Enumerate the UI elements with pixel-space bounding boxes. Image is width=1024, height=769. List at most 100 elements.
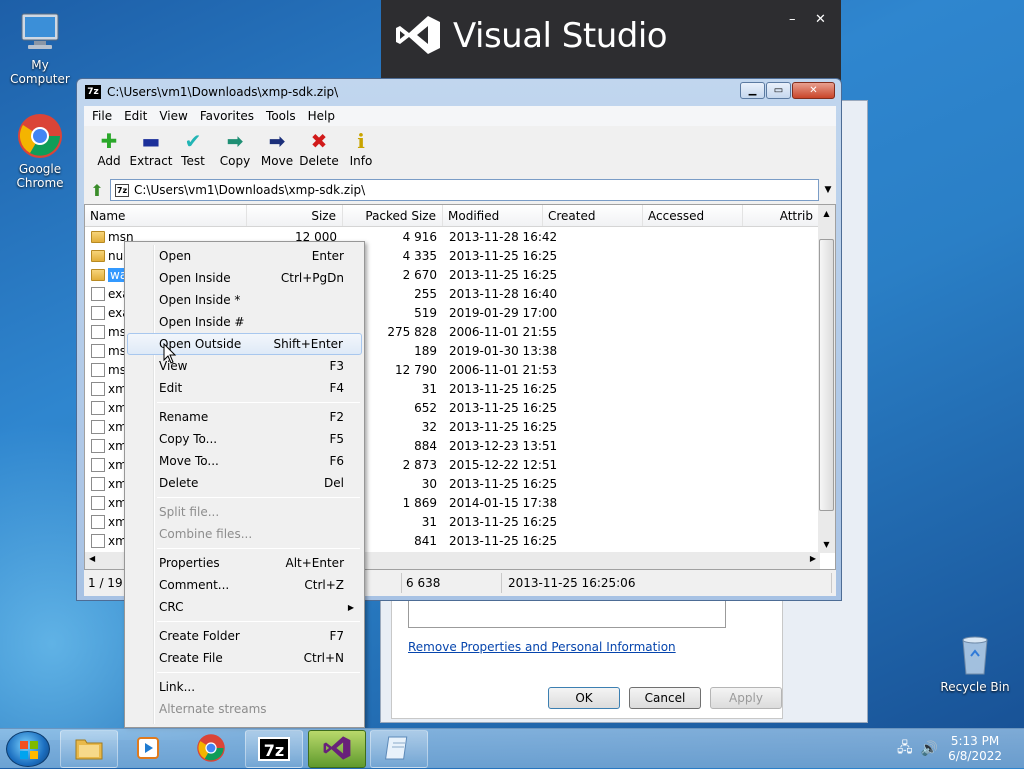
chrome-icon xyxy=(196,733,226,766)
toolbar: ✚ Add ▬ Extract ✔ Test ➡ Copy ➡ Move ✖ D… xyxy=(84,126,836,176)
menu-item-shortcut: Ctrl+N xyxy=(303,651,344,665)
scroll-up-icon[interactable]: ▲ xyxy=(818,205,835,222)
menu-item-create-folder[interactable]: Create Folder F7 xyxy=(127,625,362,647)
menu-item-move-to[interactable]: Move To... F6 xyxy=(127,450,362,472)
maximize-button[interactable]: ▭ xyxy=(766,82,791,99)
menu-item-link[interactable]: Link... xyxy=(127,676,362,698)
archive-icon: 7z xyxy=(115,183,129,197)
delete-x-icon: ✖ xyxy=(310,129,328,153)
menu-item-create-file[interactable]: Create File Ctrl+N xyxy=(127,647,362,669)
menu-item-shortcut: F3 xyxy=(329,359,344,373)
taskbar-explorer[interactable] xyxy=(60,730,118,768)
menu-item-label: Edit xyxy=(159,381,183,395)
minimize-button[interactable]: ▁ xyxy=(740,82,765,99)
desktop-icon-recycle-bin[interactable]: Recycle Bin xyxy=(935,630,1015,694)
add-button[interactable]: ✚ Add xyxy=(88,126,130,176)
ok-button[interactable]: OK xyxy=(548,687,620,709)
cell-modified: 2019-01-30 13:38 xyxy=(449,343,558,358)
taskbar-7zip[interactable]: 7z xyxy=(245,730,303,768)
close-icon: ✕ xyxy=(809,85,818,96)
scroll-left-icon[interactable]: ◀ xyxy=(89,554,95,563)
visual-studio-logo-icon xyxy=(395,14,441,59)
cell-modified: 2013-11-25 16:25 xyxy=(449,267,558,282)
copy-button[interactable]: ➡ Copy xyxy=(214,126,256,176)
column-name[interactable]: Name xyxy=(85,205,247,226)
close-button[interactable]: ✕ xyxy=(792,82,835,99)
menu-item-label: Move To... xyxy=(159,454,219,468)
menu-item-open-inside[interactable]: Open Inside Ctrl+PgDn xyxy=(127,267,362,289)
menu-item-delete[interactable]: Delete Del xyxy=(127,472,362,494)
menu-item-label: Combine files... xyxy=(159,527,253,541)
vs-minimize-button[interactable]: – xyxy=(789,12,796,27)
up-arrow-icon: ⬆ xyxy=(90,180,104,200)
address-dropdown-button[interactable]: ▼ xyxy=(820,185,836,195)
menu-view[interactable]: View xyxy=(153,109,193,123)
menu-item-crc[interactable]: CRC ▶ xyxy=(127,596,362,618)
scroll-down-icon[interactable]: ▼ xyxy=(818,536,835,553)
menu-item-open-inside[interactable]: Open Inside * xyxy=(127,289,362,311)
address-bar: ⬆ 7z C:\Users\vm1\Downloads\xmp-sdk.zip\… xyxy=(84,178,836,202)
address-text: C:\Users\vm1\Downloads\xmp-sdk.zip\ xyxy=(134,183,366,197)
column-accessed[interactable]: Accessed xyxy=(643,205,743,226)
menu-item-copy-to[interactable]: Copy To... F5 xyxy=(127,428,362,450)
file-list-header: Name Size Packed Size Modified Created A… xyxy=(85,205,835,227)
remove-properties-link[interactable]: Remove Properties and Personal Informati… xyxy=(408,640,676,654)
vs-close-button[interactable]: ✕ xyxy=(815,12,826,27)
menu-separator xyxy=(157,621,360,622)
taskbar-chrome[interactable] xyxy=(182,730,240,768)
file-icon xyxy=(91,514,105,529)
desktop-icon-my-computer[interactable]: My Computer xyxy=(0,8,80,86)
recycle-bin-icon xyxy=(951,630,999,678)
extract-button[interactable]: ▬ Extract xyxy=(130,126,173,176)
folder-icon xyxy=(74,735,104,764)
column-modified[interactable]: Modified xyxy=(443,205,543,226)
menu-item-shortcut: Alt+Enter xyxy=(285,556,344,570)
network-icon[interactable]: 🖧 xyxy=(897,737,913,761)
check-icon: ✔ xyxy=(184,129,202,153)
menu-item-rename[interactable]: Rename F2 xyxy=(127,406,362,428)
taskbar-media-player[interactable] xyxy=(120,730,178,768)
scroll-thumb[interactable] xyxy=(819,239,834,511)
menu-item-edit[interactable]: Edit F4 xyxy=(127,377,362,399)
column-attrib[interactable]: Attrib xyxy=(743,205,819,226)
taskbar-notepad[interactable] xyxy=(370,730,428,768)
delete-button[interactable]: ✖ Delete xyxy=(298,126,340,176)
chevron-down-icon: ▼ xyxy=(824,185,832,195)
taskbar-visual-studio[interactable] xyxy=(308,730,366,768)
column-size[interactable]: Size xyxy=(247,205,343,226)
menu-edit[interactable]: Edit xyxy=(118,109,153,123)
menu-tools[interactable]: Tools xyxy=(260,109,302,123)
info-button[interactable]: i Info xyxy=(340,126,382,176)
media-player-icon xyxy=(135,734,163,765)
menu-item-open[interactable]: Open Enter xyxy=(127,245,362,267)
clock[interactable]: 5:13 PM 6/8/2022 xyxy=(948,734,1002,764)
address-field[interactable]: 7z C:\Users\vm1\Downloads\xmp-sdk.zip\ xyxy=(110,179,819,201)
menu-item-open-inside[interactable]: Open Inside # xyxy=(127,311,362,333)
start-button[interactable] xyxy=(6,731,50,767)
column-created[interactable]: Created xyxy=(543,205,643,226)
menu-item-shortcut: Enter xyxy=(311,249,344,263)
volume-icon[interactable]: 🔊 xyxy=(921,741,938,757)
column-packed-size[interactable]: Packed Size xyxy=(343,205,443,226)
cell-modified: 2006-11-01 21:53 xyxy=(449,362,558,377)
file-icon xyxy=(91,286,105,301)
menu-item-properties[interactable]: Properties Alt+Enter xyxy=(127,552,362,574)
move-button[interactable]: ➡ Move xyxy=(256,126,298,176)
vertical-scrollbar[interactable]: ▲ ▼ xyxy=(818,205,835,553)
desktop-icon-google-chrome[interactable]: Google Chrome xyxy=(0,112,80,190)
menu-favorites[interactable]: Favorites xyxy=(194,109,260,123)
desktop-icon-label: Google Chrome xyxy=(16,162,64,190)
up-folder-button[interactable]: ⬆ xyxy=(84,179,110,201)
test-button[interactable]: ✔ Test xyxy=(172,126,214,176)
menu-item-combine-files: Combine files... xyxy=(127,523,362,545)
cell-modified: 2019-01-29 17:00 xyxy=(449,305,558,320)
visual-studio-title: Visual Studio xyxy=(453,16,668,56)
menu-item-label: Open Inside * xyxy=(159,293,241,307)
menu-file[interactable]: File xyxy=(86,109,118,123)
scroll-right-icon[interactable]: ▶ xyxy=(810,554,816,563)
cancel-button[interactable]: Cancel xyxy=(629,687,701,709)
menu-help[interactable]: Help xyxy=(302,109,341,123)
file-icon xyxy=(91,419,105,434)
menu-item-comment[interactable]: Comment... Ctrl+Z xyxy=(127,574,362,596)
apply-button[interactable]: Apply xyxy=(710,687,782,709)
